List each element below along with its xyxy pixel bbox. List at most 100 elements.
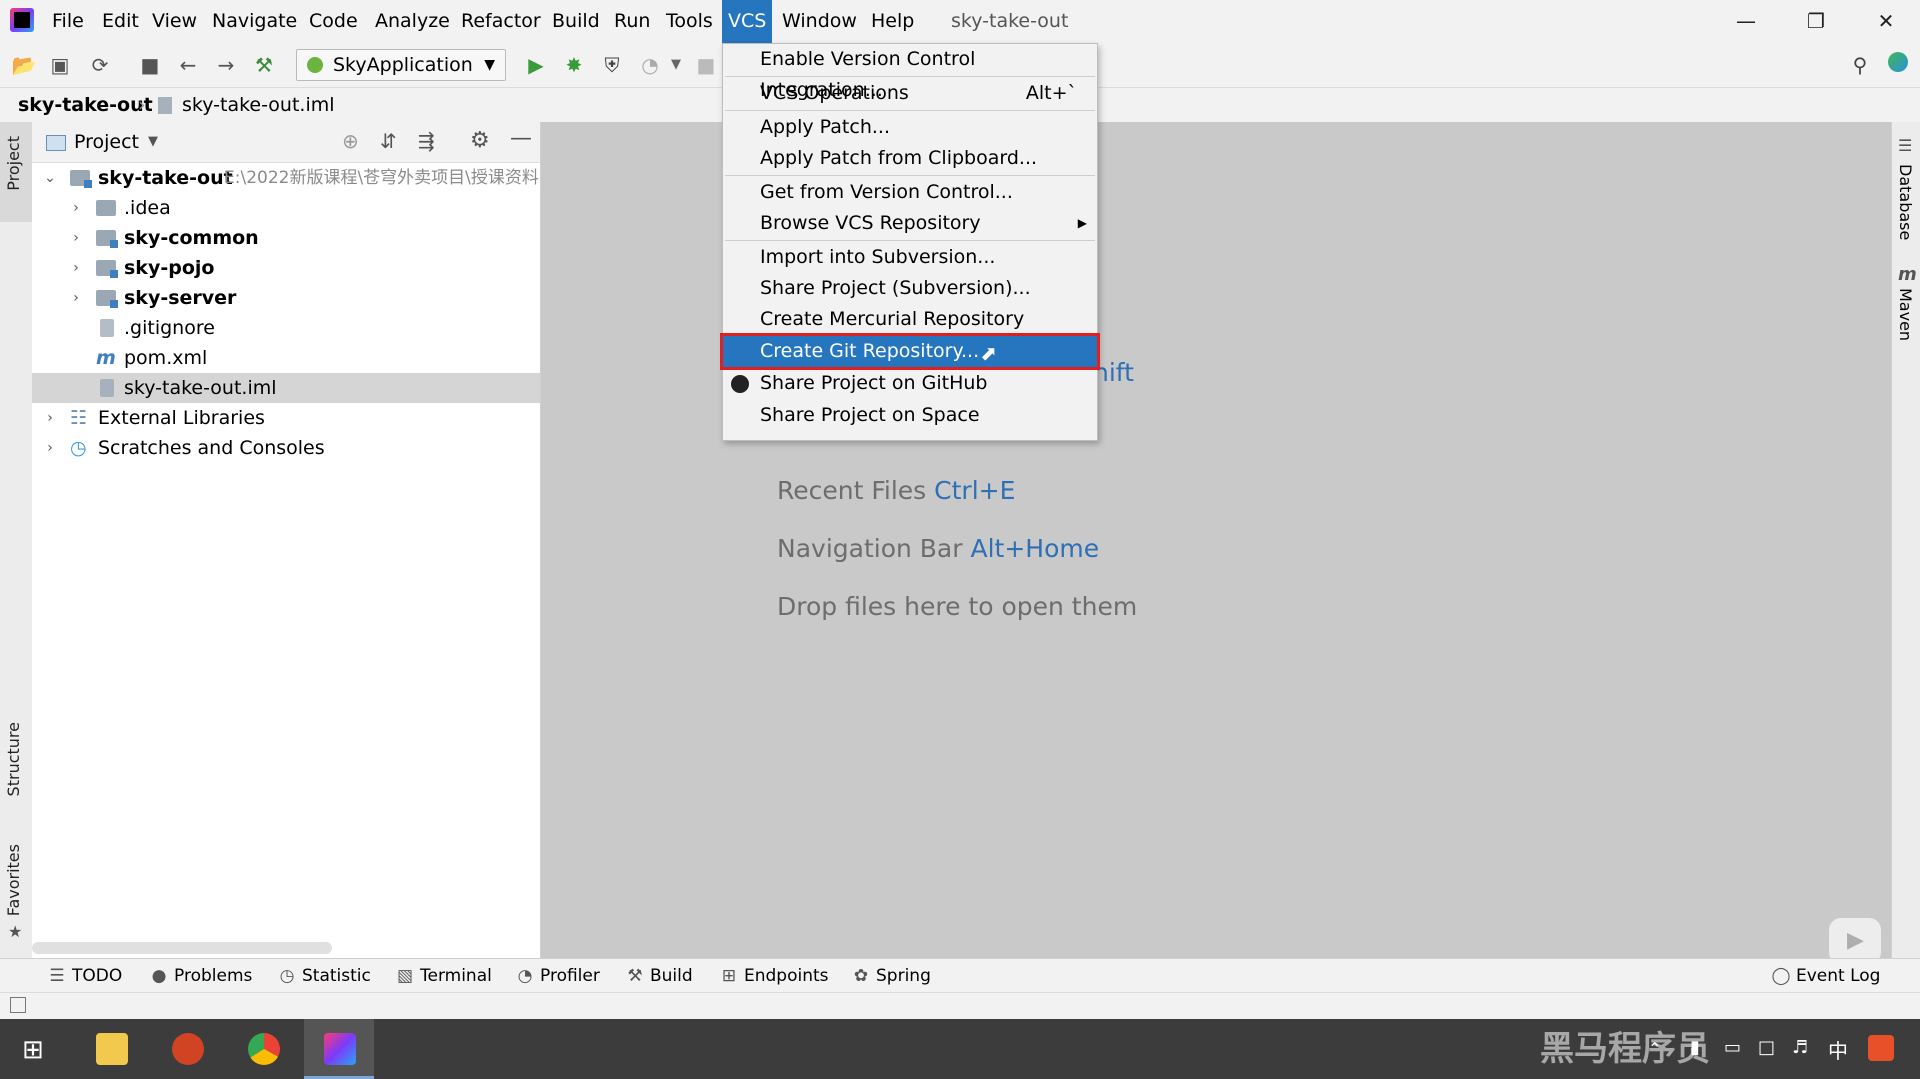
breadcrumb-project[interactable]: sky-take-out — [18, 88, 153, 122]
menu-build[interactable]: Build — [546, 0, 606, 43]
stop-icon[interactable]: ■ — [692, 51, 720, 79]
menu-view[interactable]: View — [146, 0, 203, 43]
tool-endpoints[interactable]: ⊞ Endpoints — [718, 959, 829, 993]
profile-icon[interactable]: ◔ — [636, 51, 664, 79]
chevron-down-icon[interactable]: ⌄ — [42, 163, 58, 193]
tray-battery-icon[interactable]: ▭ — [1724, 1037, 1741, 1058]
tray-network-icon[interactable]: □ — [1758, 1037, 1775, 1058]
plugin-icon[interactable] — [1884, 51, 1912, 79]
tab-structure[interactable]: Structure — [4, 722, 23, 796]
coverage-icon[interactable]: ⛨ — [598, 51, 626, 79]
tool-spring[interactable]: ✿ Spring — [850, 959, 931, 993]
menu-refactor[interactable]: Refactor — [455, 0, 547, 43]
menu-run[interactable]: Run — [608, 0, 656, 43]
tool-terminal[interactable]: ▧ Terminal — [394, 959, 492, 993]
tree-item-sky-server[interactable]: › sky-server — [32, 283, 540, 313]
project-structure-icon[interactable]: ■ — [136, 51, 164, 79]
menu-item-apply-patch-clipboard[interactable]: Apply Patch from Clipboard... — [723, 143, 1097, 174]
tool-profiler[interactable]: ◔ Profiler — [514, 959, 600, 993]
open-folder-icon[interactable]: 📂 — [10, 51, 38, 79]
chevron-right-icon[interactable]: › — [68, 223, 84, 253]
menu-code[interactable]: Code — [303, 0, 364, 43]
tree-item-root[interactable]: ⌄ sky-take-out E:\2022新版课程\苍穹外卖项目\授课资料 — [32, 163, 540, 193]
tree-item-iml[interactable]: sky-take-out.iml — [32, 373, 540, 403]
tree-item-sky-common[interactable]: › sky-common — [32, 223, 540, 253]
libraries-icon: ☷ — [70, 407, 88, 429]
build-hammer-icon[interactable]: ⚒ — [250, 51, 278, 79]
tree-item-gitignore[interactable]: .gitignore — [32, 313, 540, 343]
tab-favorites[interactable]: Favorites — [4, 844, 23, 916]
gear-icon[interactable]: ⚙ — [470, 128, 490, 153]
chevron-right-icon[interactable]: › — [68, 253, 84, 283]
chevron-right-icon[interactable]: › — [68, 283, 84, 313]
chevron-right-icon[interactable]: › — [42, 403, 58, 433]
tool-event-log[interactable]: ◯ Event Log — [1770, 959, 1880, 993]
search-icon[interactable]: ⚲ — [1846, 51, 1874, 79]
tree-item-scratches[interactable]: › ◷ Scratches and Consoles — [32, 433, 540, 463]
tab-maven[interactable]: Maven — [1896, 288, 1915, 341]
minimize-icon[interactable]: — — [1716, 0, 1776, 43]
project-view-selector[interactable]: Project — [74, 122, 139, 162]
menu-vcs[interactable]: VCS — [722, 0, 773, 43]
tool-build[interactable]: ⚒ Build — [624, 959, 692, 993]
taskbar-powerpoint[interactable] — [152, 1019, 222, 1079]
locate-icon[interactable]: ⊕ — [342, 129, 359, 153]
close-icon[interactable]: ✕ — [1856, 0, 1916, 43]
debug-icon[interactable]: ✸ — [560, 51, 588, 79]
menu-item-share-subversion[interactable]: Share Project (Subversion)... — [723, 273, 1097, 304]
chevron-right-icon[interactable]: › — [42, 433, 58, 463]
taskbar-chrome[interactable] — [228, 1019, 298, 1079]
forward-icon[interactable]: → — [212, 51, 240, 79]
tab-database[interactable]: Database — [1896, 164, 1915, 240]
menu-item-enable-vcs[interactable]: Enable Version Control Integration... — [723, 44, 1097, 101]
expand-all-icon[interactable]: ⇵ — [380, 129, 397, 153]
back-icon[interactable]: ← — [174, 51, 202, 79]
menu-help[interactable]: Help — [865, 0, 920, 43]
menu-item-share-space[interactable]: Share Project on Space — [723, 400, 1097, 431]
run-icon[interactable]: ▶ — [522, 51, 550, 79]
restore-icon[interactable]: ❐ — [1786, 0, 1846, 43]
tray-ime-icon[interactable]: 中 — [1828, 1035, 1848, 1064]
tray-volume-icon[interactable]: ♬ — [1792, 1037, 1808, 1058]
profile-dropdown-icon[interactable]: ▼ — [662, 51, 690, 79]
menu-item-create-git-repository[interactable]: Create Git Repository... ⬈ — [720, 333, 1100, 370]
menu-item-apply-patch[interactable]: Apply Patch... — [723, 112, 1097, 143]
horizontal-scrollbar[interactable] — [32, 942, 332, 954]
windows-start-icon[interactable]: ⊞ — [22, 1035, 44, 1065]
menu-file[interactable]: File — [46, 0, 90, 43]
taskbar-intellij[interactable] — [304, 1019, 374, 1079]
tree-item-external-libraries[interactable]: › ☷ External Libraries — [32, 403, 540, 433]
tree-item-pom[interactable]: m pom.xml — [32, 343, 540, 373]
chevron-down-icon[interactable]: ▼ — [148, 122, 158, 162]
menu-navigate[interactable]: Navigate — [206, 0, 303, 43]
save-icon[interactable]: ▣ — [46, 51, 74, 79]
menu-item-import-subversion[interactable]: Import into Subversion... — [723, 242, 1097, 273]
hide-panel-icon[interactable]: — — [510, 126, 532, 151]
menu-item-create-mercurial[interactable]: Create Mercurial Repository — [723, 304, 1097, 335]
tray-mic-icon[interactable]: ▮ — [1690, 1037, 1700, 1058]
tab-project[interactable]: Project — [4, 136, 23, 191]
tool-problems[interactable]: ● Problems — [148, 959, 253, 993]
run-config-selector[interactable]: SkyApplication ▼ — [296, 49, 506, 81]
menu-item-vcs-operations[interactable]: VCS Operations Alt+` — [723, 78, 1097, 109]
menu-tools[interactable]: Tools — [660, 0, 719, 43]
menu-window[interactable]: Window — [776, 0, 863, 43]
tool-statistic[interactable]: ◷ Statistic — [276, 959, 371, 993]
tool-todo[interactable]: ☰ TODO — [46, 959, 122, 993]
menu-item-get-from-vcs[interactable]: Get from Version Control... — [723, 177, 1097, 208]
menu-item-browse-vcs[interactable]: Browse VCS Repository ▶ — [723, 208, 1097, 239]
tree-item-idea[interactable]: › .idea — [32, 193, 540, 223]
menu-analyze[interactable]: Analyze — [369, 0, 456, 43]
maven-icon: m — [96, 347, 116, 369]
tray-sogou-icon[interactable] — [1868, 1035, 1894, 1061]
sync-icon[interactable]: ⟳ — [86, 51, 114, 79]
menu-item-share-github[interactable]: Share Project on GitHub — [723, 368, 1097, 399]
menu-edit[interactable]: Edit — [96, 0, 145, 43]
taskbar-file-explorer[interactable] — [76, 1019, 146, 1079]
collapse-all-icon[interactable]: ⇶ — [418, 129, 435, 153]
breadcrumb-file[interactable]: sky-take-out.iml — [182, 88, 335, 122]
layout-toggle-icon[interactable] — [10, 997, 26, 1013]
tree-item-sky-pojo[interactable]: › sky-pojo — [32, 253, 540, 283]
chevron-right-icon[interactable]: › — [68, 193, 84, 223]
tray-chevron-up-icon[interactable]: ⌃ — [1648, 1039, 1661, 1058]
